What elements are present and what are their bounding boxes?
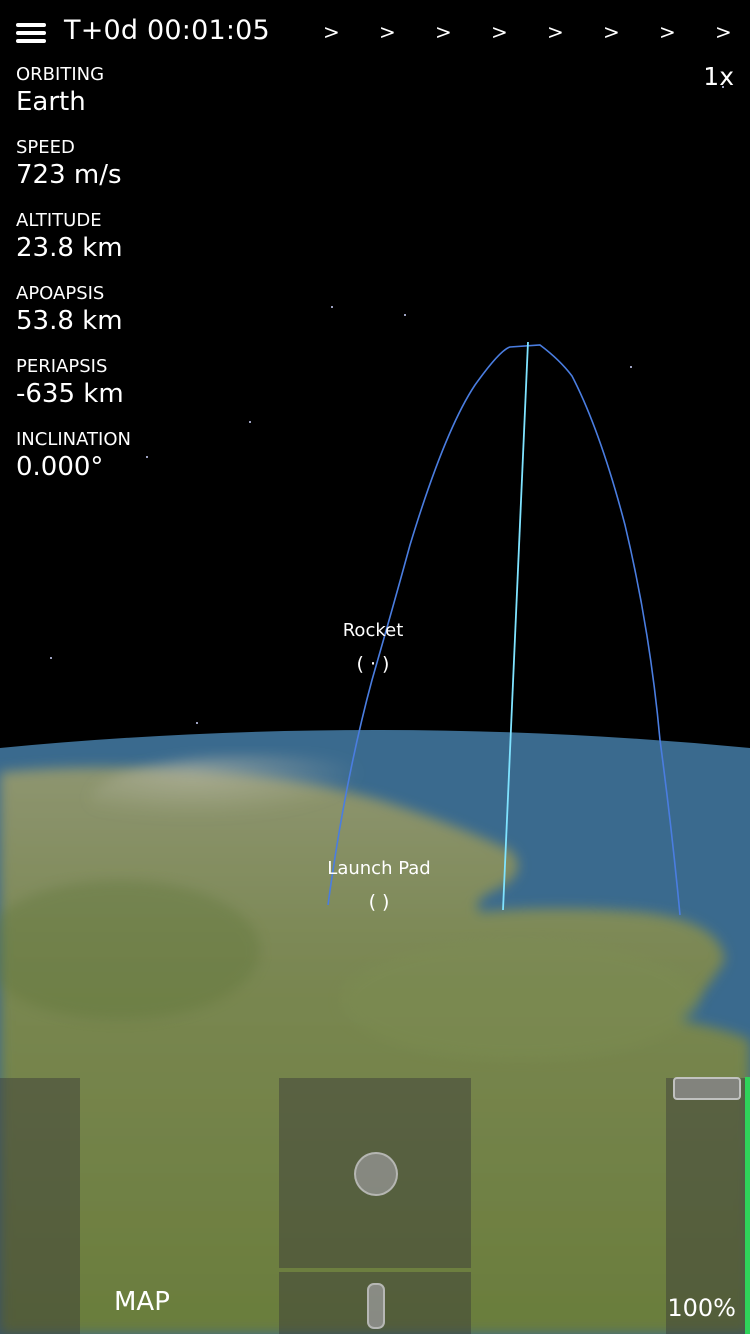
timewarp-arrow[interactable]: >	[379, 20, 396, 44]
telemetry-value: -635 km	[16, 379, 124, 409]
map-button[interactable]: MAP	[114, 1287, 170, 1317]
timewarp-arrow[interactable]: >	[715, 20, 732, 44]
telemetry-label: APOAPSIS	[16, 283, 105, 304]
telemetry-value: 23.8 km	[16, 233, 123, 263]
throttle-level-bar	[745, 1077, 750, 1334]
telemetry-apoapsis: APOAPSIS 53.8 km	[16, 283, 131, 356]
star	[630, 366, 632, 368]
launch-pad-icon: ( )	[368, 891, 390, 913]
telemetry-value: 0.000°	[16, 452, 104, 482]
telemetry-orbiting: ORBITING Earth	[16, 64, 131, 137]
telemetry-value: Earth	[16, 87, 86, 117]
telemetry-label: ALTITUDE	[16, 210, 102, 231]
timewarp-arrow[interactable]: >	[603, 20, 620, 44]
telemetry-altitude: ALTITUDE 23.8 km	[16, 210, 131, 283]
throttle-handle[interactable]	[673, 1077, 741, 1100]
star	[50, 657, 52, 659]
telemetry-label: ORBITING	[16, 64, 105, 85]
telemetry-panel: ORBITING Earth SPEED 723 m/s ALTITUDE 23…	[16, 64, 131, 502]
mission-time: T+0d 00:01:05	[64, 15, 270, 46]
rotation-handle[interactable]	[367, 1283, 385, 1329]
timewarp-arrow[interactable]: >	[491, 20, 508, 44]
left-control-panel[interactable]	[0, 1078, 80, 1334]
launch-pad-marker[interactable]: Launch Pad ( )	[327, 858, 430, 913]
telemetry-label: SPEED	[16, 137, 75, 158]
rocket-label: Rocket	[342, 620, 404, 641]
telemetry-label: INCLINATION	[16, 429, 131, 450]
timewarp-arrow[interactable]: >	[435, 20, 452, 44]
menu-icon[interactable]	[16, 22, 46, 44]
star	[249, 421, 251, 423]
star	[146, 456, 148, 458]
star	[331, 306, 333, 308]
telemetry-speed: SPEED 723 m/s	[16, 137, 131, 210]
timewarp-arrow[interactable]: >	[659, 20, 676, 44]
telemetry-value: 53.8 km	[16, 306, 123, 336]
throttle-percent: 100%	[667, 1294, 736, 1322]
timewarp-indicator[interactable]: 1x	[703, 62, 734, 91]
telemetry-periapsis: PERIAPSIS -635 km	[16, 356, 131, 429]
joystick-knob[interactable]	[354, 1152, 398, 1196]
telemetry-label: PERIAPSIS	[16, 356, 108, 377]
star	[404, 314, 406, 316]
timewarp-arrow[interactable]: >	[547, 20, 564, 44]
rocket-marker[interactable]: Rocket ( · )	[343, 620, 404, 675]
telemetry-inclination: INCLINATION 0.000°	[16, 429, 131, 502]
star	[196, 722, 198, 724]
telemetry-value: 723 m/s	[16, 160, 122, 190]
timewarp-arrow[interactable]: >	[323, 20, 340, 44]
launch-pad-label: Launch Pad	[327, 858, 431, 879]
rocket-icon: ( · )	[356, 653, 390, 675]
